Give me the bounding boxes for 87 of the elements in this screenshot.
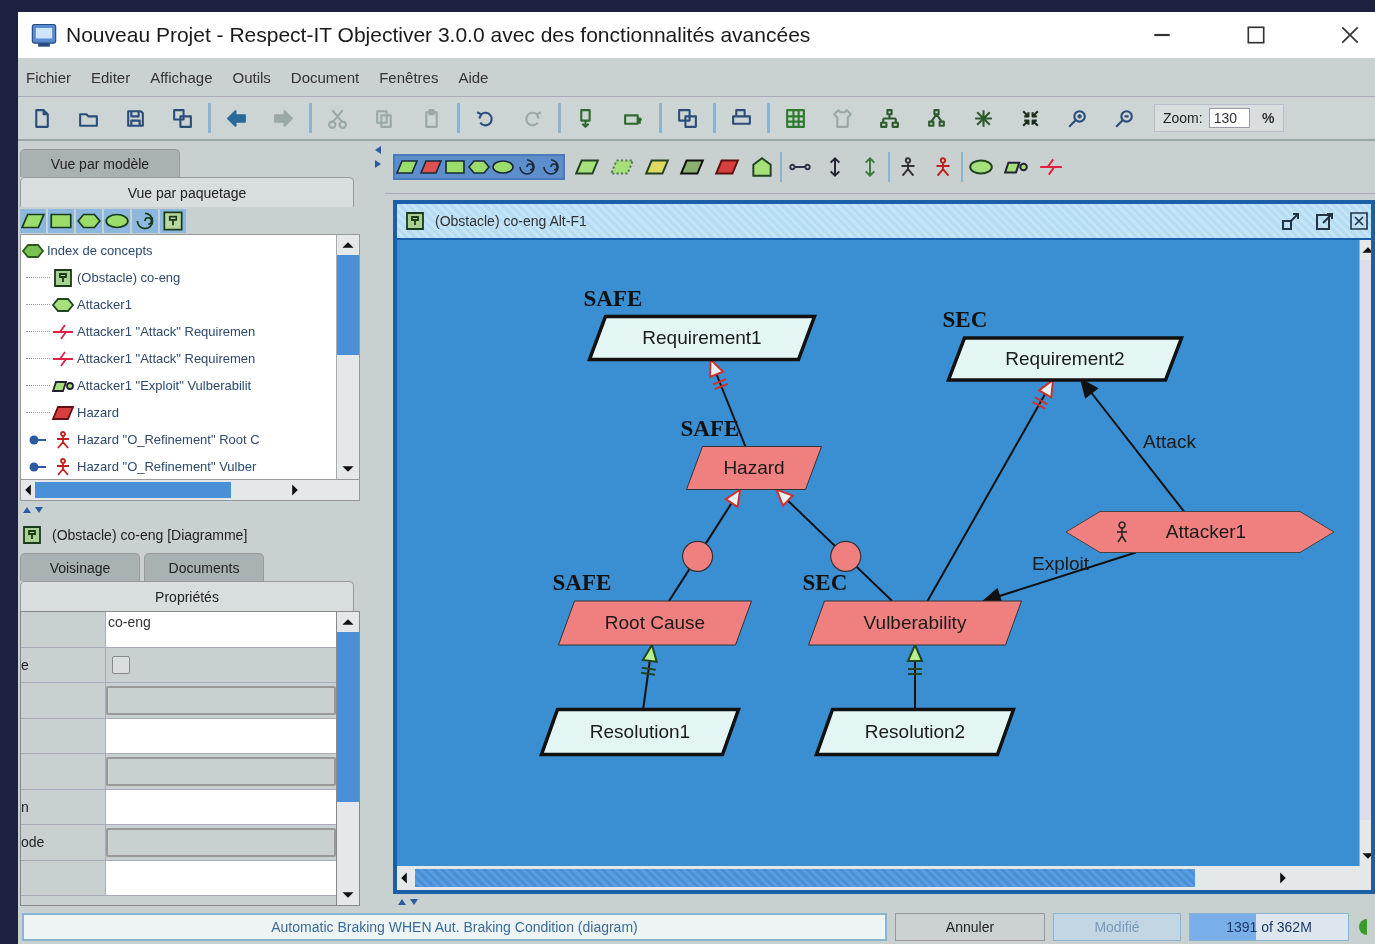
horizontal-scrollbar[interactable] [397,866,1371,890]
diagram-icon [20,525,44,545]
windows-icon[interactable] [676,106,699,130]
property-field[interactable]: co-eng [106,612,336,647]
split-arrows-icon[interactable] [397,898,421,906]
requirement-node[interactable]: Requirement2 [945,336,1185,382]
scrollbar-thumb[interactable] [337,255,359,355]
maximize-icon[interactable] [1245,24,1267,46]
menu-item[interactable]: Fichier [26,68,71,86]
tree-item[interactable]: Index de concepts [47,243,153,258]
tree-item[interactable]: Attacker1 [77,297,132,312]
tree-item[interactable]: Hazard [77,405,119,420]
house-tool-icon[interactable] [749,156,775,178]
property-field[interactable] [106,860,336,895]
diagram-icon [403,211,427,231]
tag-label: SEC [802,570,848,595]
requirement-node[interactable]: Resolution1 [539,707,741,757]
tree-item[interactable]: Hazard "O_Refinement" Vulber [77,459,257,474]
tag-label: SAFE [583,285,643,311]
maximize-icon[interactable] [1315,211,1335,231]
link-label: Attack [1143,430,1196,452]
menu-item[interactable]: Document [290,68,360,86]
tab[interactable]: Propriétés [20,581,354,611]
app-icon [30,21,58,49]
swirl-filter-icon[interactable] [539,156,563,178]
scrollbar-thumb[interactable] [35,482,231,498]
tab[interactable]: Documents [144,553,264,581]
bolt-tool-icon[interactable] [1038,156,1064,178]
requirement-node[interactable]: Resolution2 [814,707,1016,757]
tree-item[interactable]: Attacker1 "Exploit" Vulberabilit [77,378,252,393]
tree-item[interactable]: Attacker1 "Attack" Requiremen [77,324,256,339]
hierarchy-icon[interactable] [925,106,948,130]
menu-item[interactable]: Fenêtres [379,68,439,86]
tag-label: SAFE [552,570,612,595]
split-arrows-icon[interactable] [22,506,46,514]
obstacle-node[interactable]: Root Cause [558,600,752,646]
zoom-label: Zoom: [1163,110,1203,126]
collapse-arrows-icon[interactable] [373,145,382,169]
tag-label: SAFE [680,415,740,441]
network-icon[interactable] [878,106,901,130]
tab[interactable]: Voisinage [20,553,140,581]
close-icon[interactable] [1339,24,1361,46]
hexagon-filter-icon[interactable] [467,156,491,178]
diagram-filter-icon[interactable] [160,208,186,233]
rectangle-filter-icon[interactable] [443,156,467,178]
save-all-icon[interactable] [171,106,194,130]
cancel-button[interactable]: Annuler [895,913,1045,941]
tab[interactable]: Vue par paquetage [20,177,354,207]
requirement-node[interactable]: Requirement1 [587,314,817,362]
scrollbar-thumb[interactable] [337,632,359,802]
menu-item[interactable]: Aide [458,68,489,86]
selection-title: (Obstacle) co-eng [Diagramme] [52,527,248,543]
restore-icon[interactable] [1281,211,1301,231]
vertical-scrollbar[interactable] [1359,240,1371,866]
frame-title: (Obstacle) co-eng Alt-F1 [435,213,587,229]
close-icon[interactable] [1349,211,1369,231]
goal-filter-icon[interactable] [395,156,419,178]
oval-filter-icon[interactable] [104,208,130,233]
window-title: Nouveau Projet - Respect-IT Objectiver 3.0.0 avec des fonctionnalités avancées [66,23,811,47]
diagram-icon [51,267,75,288]
menu-item[interactable]: Outils [232,68,271,86]
property-field[interactable] [106,718,336,753]
menu-item[interactable]: Editer [91,68,131,86]
menu-item[interactable]: Affichage [150,68,213,86]
grid-icon[interactable] [784,106,807,130]
goal-filter-icon[interactable] [20,208,46,233]
tree-item[interactable]: Attacker1 "Attack" Requiremen [77,351,256,366]
vertical-scrollbar[interactable] [336,612,359,905]
obstacle-node[interactable]: Vulberability [808,600,1022,646]
hexagon-filter-icon[interactable] [76,208,102,233]
tag-label: SEC [942,307,988,332]
tab[interactable]: Vue par modèle [20,149,180,177]
horizontal-scrollbar[interactable] [20,480,360,501]
link-label: Exploit [1032,552,1089,574]
obstacle-filter-icon[interactable] [419,156,443,178]
vertical-scrollbar[interactable] [336,235,359,479]
tree-item[interactable]: Hazard "O_Refinement" Root C [77,432,260,447]
rectangle-filter-icon[interactable] [48,208,74,233]
tree-item[interactable]: (Obstacle) co-eng [77,270,181,285]
agent-node[interactable]: Attacker1 [1065,511,1335,553]
property-field[interactable] [106,789,336,824]
checkbox[interactable] [112,655,130,674]
swirl-filter-icon[interactable] [132,208,158,233]
status-message: Automatic Braking WHEN Aut. Braking Condition (diagram) [22,913,887,941]
zoom-unit: % [1262,110,1275,126]
zoom-field[interactable]: 130 [1208,108,1251,128]
scrollbar-thumb[interactable] [415,869,1195,887]
